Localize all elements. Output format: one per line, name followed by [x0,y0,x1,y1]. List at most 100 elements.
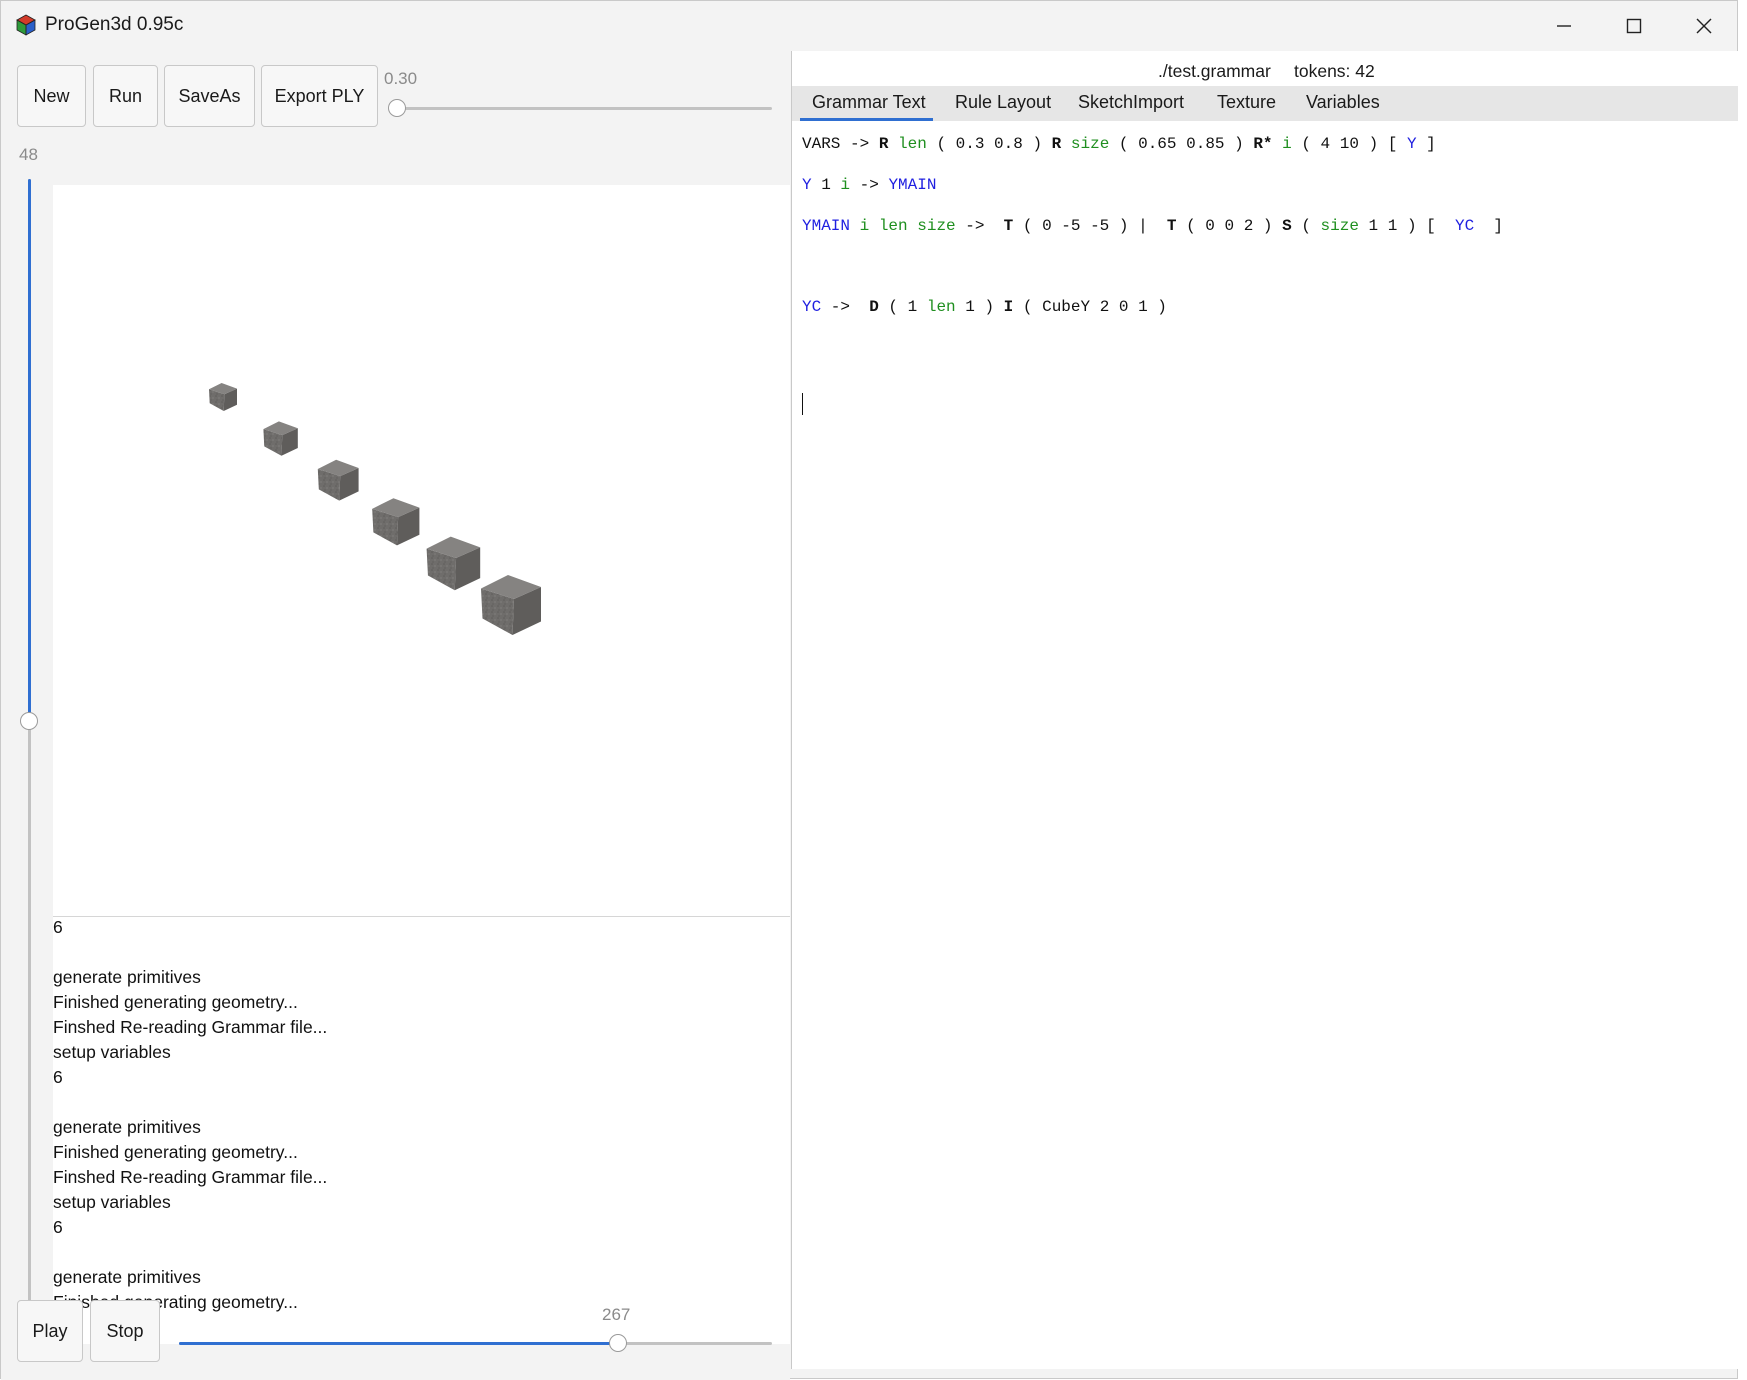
code-token: ( 1 [878,298,927,316]
code-token: len [926,298,956,316]
minimize-button[interactable] [1529,1,1599,51]
code-token: len [898,135,927,153]
new-button[interactable]: New [17,65,86,127]
console-line: generate primitives [53,1117,201,1137]
title-bar[interactable]: ProGen3d 0.95c [1,1,1737,51]
app-window: ProGen3d 0.95c New Run SaveAs Export PLY… [0,0,1738,1380]
code-token: 1 [811,176,841,194]
run-button[interactable]: Run [93,65,158,127]
code-token: i len size [859,217,956,235]
code-token: R [1051,135,1062,153]
close-button[interactable] [1669,1,1739,51]
cube-mesh [481,575,541,635]
cube-mesh [426,536,481,591]
scale-slider-value: 0.30 [384,69,418,88]
code-token: Y [802,176,812,194]
vertical-slider-fill [28,179,31,721]
code-token: R [878,135,889,153]
code-token: ( 4 10 ) [ [1291,135,1407,153]
code-token: VARS -> [802,135,879,153]
code-line: YMAIN i len size -> T ( 0 -5 -5 ) | T ( … [802,217,1503,235]
code-token: 1 ) [955,298,1004,316]
window-title: ProGen3d 0.95c [45,14,184,35]
code-token: size [1070,135,1110,153]
grammar-editor[interactable]: VARS -> R len ( 0.3 0.8 ) R size ( 0.65 … [792,121,1738,1369]
cube-mesh [317,459,359,501]
tab-grammar-text[interactable]: Grammar Text [812,92,926,113]
code-token: S [1282,217,1292,235]
scale-slider-knob[interactable] [388,99,406,117]
code-token: ( 0.3 0.8 ) [926,135,1052,153]
maximize-icon [1626,18,1642,34]
code-line: YC -> D ( 1 len 1 ) I ( CubeY 2 0 1 ) [802,298,1167,316]
code-token: ( [1291,217,1321,235]
left-pane: New Run SaveAs Export PLY 0.30 48 6 gene… [1,51,790,1380]
code-token: ( 0 -5 -5 ) | [1013,217,1167,235]
code-token: ] [1474,217,1503,235]
code-token: T [1003,217,1014,235]
right-pane: ./test.grammar tokens: 42 Grammar Text R… [791,51,1738,1369]
console-line: 6 [53,1067,63,1087]
code-token: -> [955,217,1004,235]
console-line: Finished generating geometry... [53,1142,298,1162]
code-token: -> [850,176,889,194]
stop-button[interactable]: Stop [90,1300,160,1362]
tab-variables[interactable]: Variables [1306,92,1380,113]
cube-mesh [372,498,420,546]
console-line: setup variables [53,1042,171,1062]
code-token: i [1282,135,1292,153]
console-line: Finshed Re-reading Grammar file... [53,1167,328,1187]
text-cursor [802,393,803,415]
play-button[interactable]: Play [17,1300,83,1362]
code-token: -> [821,298,870,316]
console-line: 6 [53,1217,63,1237]
console-line: Finished generating geometry... [53,992,298,1012]
code-token: Y [1406,135,1417,153]
3d-viewport[interactable] [53,185,790,917]
frame-slider-knob[interactable] [609,1334,627,1352]
console-line: 6 [53,917,63,937]
code-line: VARS -> R len ( 0.3 0.8 ) R size ( 0.65 … [802,135,1436,153]
code-token: size [1320,217,1359,235]
scale-slider-track[interactable] [389,107,772,110]
code-line: Y 1 i -> YMAIN [802,176,936,194]
code-token: i [840,176,851,194]
console-line: Finshed Re-reading Grammar file... [53,1017,328,1037]
minimize-icon [1557,25,1571,27]
tab-texture[interactable]: Texture [1217,92,1276,113]
console-line: generate primitives [53,1267,201,1287]
maximize-button[interactable] [1599,1,1669,51]
code-token: T [1166,217,1177,235]
code-token: R* [1253,135,1273,153]
console-line: generate primitives [53,967,201,987]
export-ply-button[interactable]: Export PLY [261,65,378,127]
cube-mesh [263,421,298,456]
code-token: ] [1416,135,1436,153]
code-token: ( 0 0 2 ) [1176,217,1283,235]
log-console[interactable]: 6 generate primitives Finished generating … [53,917,790,1344]
file-path: ./test.grammar [1158,61,1271,81]
tab-bar: Grammar Text Rule Layout SketchImport Te… [792,86,1738,121]
code-token: YMAIN [802,217,851,235]
close-icon [1696,18,1712,34]
console-line: setup variables [53,1192,171,1212]
tab-sketch-import[interactable]: SketchImport [1078,92,1184,113]
frame-slider-value: 267 [602,1305,631,1324]
code-token: ( CubeY 2 0 1 ) [1013,298,1167,316]
token-count: tokens: 42 [1294,61,1375,81]
code-token: YMAIN [888,176,937,194]
vertical-slider-value: 48 [19,145,38,164]
saveas-button[interactable]: SaveAs [164,65,255,127]
code-token: I [1003,298,1014,316]
cube-mesh [209,383,237,411]
vertical-slider-knob[interactable] [20,712,38,730]
code-token: YC [1454,217,1475,235]
code-token: D [869,298,879,316]
code-token: 1 1 ) [ [1358,217,1455,235]
frame-slider-fill [179,1342,618,1345]
app-logo-icon [16,14,36,36]
tab-rule-layout[interactable]: Rule Layout [955,92,1051,113]
